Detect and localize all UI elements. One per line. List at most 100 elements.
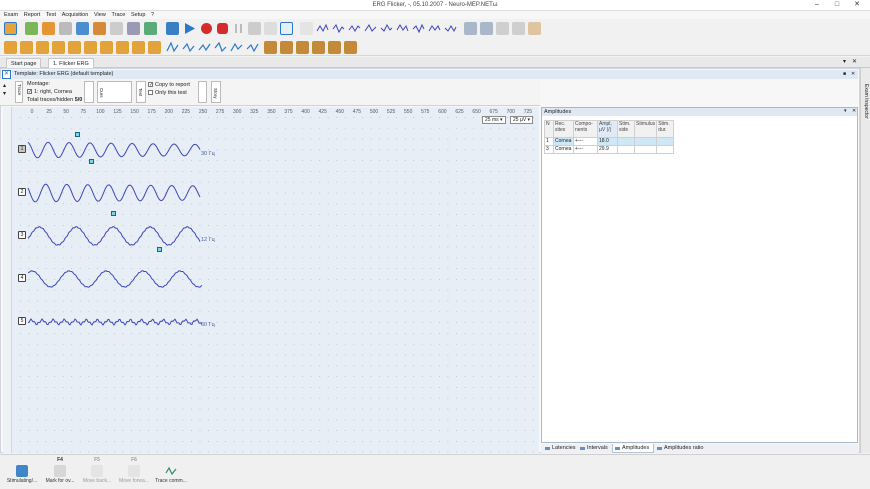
tab-latencies[interactable]: Latencies	[543, 444, 576, 453]
erg-trace-4[interactable]	[27, 270, 203, 288]
stop-icon[interactable]	[248, 22, 261, 35]
cursor-e-icon[interactable]	[380, 22, 393, 35]
sweep-dropdown[interactable]: 25 ms ▾	[482, 116, 506, 124]
peak-tool-4-icon[interactable]	[214, 41, 227, 54]
amplitudes-pin-icon[interactable]: ▾	[844, 108, 847, 114]
stimulating-button[interactable]: Stimulating/...	[3, 457, 41, 489]
pin-icon[interactable]: ▾	[843, 58, 846, 65]
col-stimulus[interactable]: Stimulus	[633, 120, 658, 138]
peak-tool-5-icon[interactable]	[230, 41, 243, 54]
peak-tool-1-icon[interactable]	[166, 41, 179, 54]
trace-label-3[interactable]: 3	[18, 231, 26, 239]
tab-flicker-erg[interactable]: 1. Flicker ERG	[48, 58, 94, 68]
col-stim-side[interactable]: Stim. side	[617, 120, 635, 138]
tab-amplitudes[interactable]: Amplitudes	[612, 444, 654, 453]
cursor-b-icon[interactable]	[332, 22, 345, 35]
only-this-test-option[interactable]: Only this test	[148, 90, 187, 96]
col-components[interactable]: Compo-nents	[573, 120, 598, 138]
layout-icon[interactable]	[496, 22, 509, 35]
sweep-icon[interactable]	[264, 22, 277, 35]
report-icon[interactable]	[93, 22, 106, 35]
cell-ampl[interactable]: 29.9	[597, 145, 618, 154]
tab-start-page[interactable]: Start page	[6, 58, 42, 68]
cursor-i-icon[interactable]	[444, 22, 457, 35]
filter-1-icon[interactable]	[264, 41, 277, 54]
peak-tool-2-icon[interactable]	[182, 41, 195, 54]
table-row[interactable]: 1 Cornea +--- 18.0	[544, 137, 675, 146]
marker-tool-icon[interactable]	[300, 22, 313, 35]
trace-label-2[interactable]: 2	[18, 188, 26, 196]
cursor-h-icon[interactable]	[428, 22, 441, 35]
pause-icon[interactable]	[232, 22, 245, 35]
menu-trace[interactable]: Trace	[111, 11, 125, 19]
tab-amplitudes-ratio[interactable]: Amplitudes ratio	[655, 444, 703, 453]
montage-scroller[interactable]	[84, 81, 94, 103]
peak-tool-6-icon[interactable]	[246, 41, 259, 54]
trace-label-4[interactable]: 4	[18, 274, 26, 282]
montage-option[interactable]: 1: right, Cornea	[27, 89, 72, 95]
trace-label-1[interactable]: 1	[18, 145, 26, 153]
amplitudes-close-icon[interactable]: ✕	[852, 108, 856, 114]
move-back-button[interactable]: F5 Move back...	[78, 457, 116, 489]
table-row[interactable]: 3 Cornea +--- 29.9	[544, 145, 675, 154]
wave-tool-3-icon[interactable]	[36, 41, 49, 54]
wave-tool-4-icon[interactable]	[52, 41, 65, 54]
wave-tool-9-icon[interactable]	[132, 41, 145, 54]
copy-to-report-checkbox[interactable]	[148, 82, 153, 88]
montage-icon[interactable]	[144, 22, 157, 35]
menu-acquisition[interactable]: Acquisition	[62, 11, 89, 19]
trace-sidebar-tab[interactable]: Trace	[15, 81, 23, 103]
zoom-in-icon[interactable]	[464, 22, 477, 35]
scroll-arrows[interactable]: ▴ ▾	[3, 82, 6, 98]
play-icon[interactable]	[183, 22, 196, 35]
wave-tool-10-icon[interactable]	[148, 41, 161, 54]
wave-tool-5-icon[interactable]	[68, 41, 81, 54]
cursor-d-icon[interactable]	[364, 22, 377, 35]
cell-ampl[interactable]: 18.0	[597, 137, 618, 146]
cursor-f-icon[interactable]	[396, 22, 409, 35]
mark-for-overlay-button[interactable]: F4 Mark for ov...	[41, 457, 79, 489]
wave-tool-1-icon[interactable]	[4, 41, 17, 54]
export-icon[interactable]	[512, 22, 525, 35]
minimize-button[interactable]: ‒	[812, 1, 822, 9]
record-icon[interactable]	[200, 22, 213, 35]
close-window-button[interactable]: ✕	[852, 1, 862, 9]
template-close-icon[interactable]: ✕	[851, 71, 855, 77]
wave-tool-2-icon[interactable]	[20, 41, 33, 54]
settings-icon[interactable]	[127, 22, 140, 35]
filter-3-icon[interactable]	[296, 41, 309, 54]
average-icon[interactable]	[280, 22, 293, 35]
wave-tool-7-icon[interactable]	[100, 41, 113, 54]
save-icon[interactable]	[59, 22, 72, 35]
peak-marker-1-bottom[interactable]	[89, 159, 94, 164]
peak-marker-3-top[interactable]	[111, 211, 116, 216]
move-forward-button[interactable]: F6 Move forwa...	[115, 457, 153, 489]
cursor-panel[interactable]: Curs	[97, 81, 132, 103]
col-stim-dur[interactable]: Stim. dur.	[656, 120, 675, 138]
stimulator-icon[interactable]	[166, 22, 179, 35]
tab-intervals[interactable]: Intervals	[578, 444, 608, 453]
trace-comment-button[interactable]: Trace comm...	[152, 457, 190, 489]
menu-test[interactable]: Test	[46, 11, 56, 19]
filter-4-icon[interactable]	[312, 41, 325, 54]
exam-inspector-tab[interactable]: Exam Inspector	[860, 68, 870, 453]
cursor-g-icon[interactable]	[412, 22, 425, 35]
test-sidebar-tab[interactable]: Test	[136, 81, 146, 103]
print-icon[interactable]	[76, 22, 89, 35]
copy-icon[interactable]	[110, 22, 123, 35]
peak-marker-3-bottom[interactable]	[157, 247, 162, 252]
peak-tool-3-icon[interactable]	[198, 41, 211, 54]
test-scroller[interactable]	[198, 81, 207, 103]
montage-checkbox[interactable]	[27, 89, 32, 95]
open-icon[interactable]	[42, 22, 55, 35]
wave-tool-8-icon[interactable]	[116, 41, 129, 54]
col-n[interactable]: N	[544, 120, 554, 138]
menu-view[interactable]: View	[94, 11, 106, 19]
copy-to-report-option[interactable]: Copy to report	[148, 82, 190, 88]
erg-trace-5[interactable]	[27, 318, 203, 326]
menu-exam[interactable]: Exam	[4, 11, 18, 19]
trace-label-5[interactable]: 5	[18, 317, 26, 325]
col-ampl[interactable]: Ampl, µV (/)	[597, 120, 618, 138]
maximize-button[interactable]: □	[832, 1, 842, 9]
new-test-icon[interactable]	[25, 22, 38, 35]
